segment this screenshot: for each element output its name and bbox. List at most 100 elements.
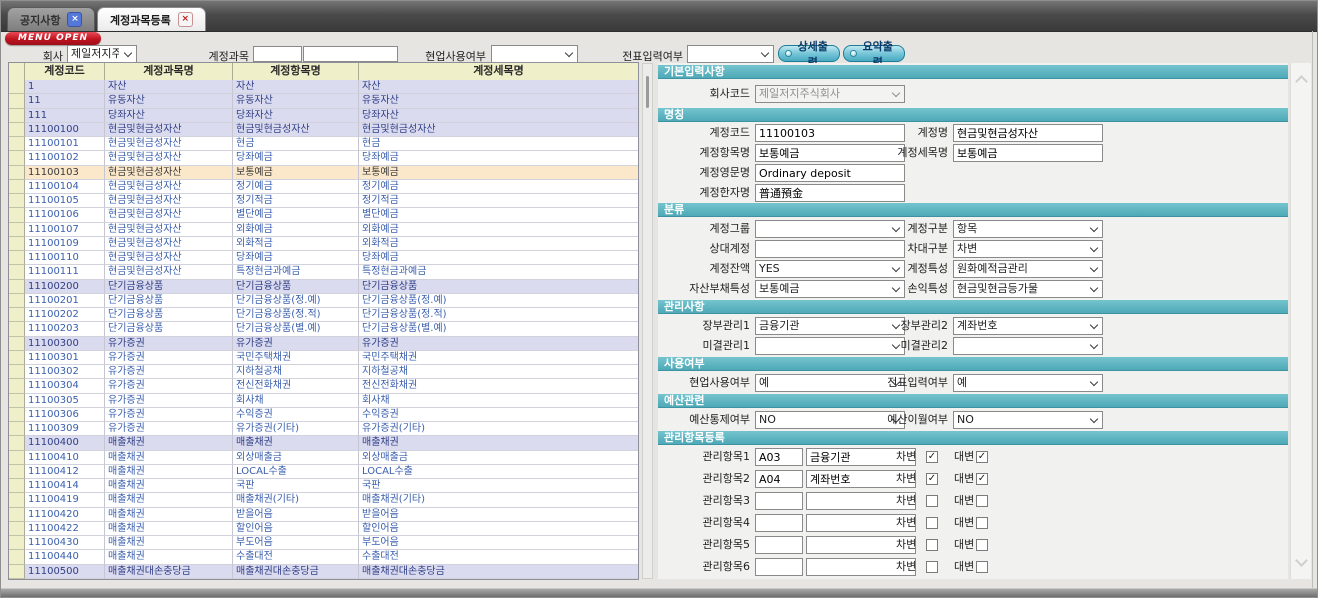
credit-checkbox[interactable]: [976, 539, 988, 551]
debit-checkbox[interactable]: [926, 495, 938, 507]
cell-code[interactable]: 11100400: [25, 436, 105, 450]
cell-item[interactable]: 특정현금과예금: [233, 265, 359, 279]
chevron-down-icon[interactable]: [1295, 554, 1308, 567]
debit-checkbox[interactable]: [926, 517, 938, 529]
cell-subject[interactable]: 매출채권: [105, 451, 233, 465]
table-row[interactable]: 11100500 매출채권대손충당금 매출채권대손충당금 매출채권대손충당금: [9, 565, 638, 579]
cell-item[interactable]: 단기금융상품: [233, 280, 359, 294]
cell-item[interactable]: 국민주택채권: [233, 351, 359, 365]
cell-code[interactable]: 11100304: [25, 379, 105, 393]
row-selector-cell[interactable]: [9, 479, 25, 493]
cell-item[interactable]: 당좌예금: [233, 151, 359, 165]
cell-item[interactable]: 수출대전: [233, 550, 359, 564]
row-selector-cell[interactable]: [9, 351, 25, 365]
row-selector-cell[interactable]: [9, 436, 25, 450]
row-selector-cell[interactable]: [9, 408, 25, 422]
cell-item[interactable]: 당좌예금: [233, 251, 359, 265]
cell-item[interactable]: 단기금융상품(별.예): [233, 322, 359, 336]
account-trait-select[interactable]: 원화예적금관리: [953, 260, 1103, 278]
row-selector-cell[interactable]: [9, 394, 25, 408]
table-row[interactable]: 11100300 유가증권 유가증권 유가증권: [9, 337, 638, 351]
menu-open-button[interactable]: MENU OPEN: [5, 32, 101, 45]
cell-subject[interactable]: 단기금융상품: [105, 280, 233, 294]
cell-detail[interactable]: 정기적금: [359, 194, 638, 208]
cell-item[interactable]: 회사채: [233, 394, 359, 408]
table-row[interactable]: 111 당좌자산 당좌자산 당좌자산: [9, 109, 638, 123]
cell-item[interactable]: LOCAL수출: [233, 465, 359, 479]
cell-code[interactable]: 11100100: [25, 123, 105, 137]
cell-subject[interactable]: 현금및현금성자산: [105, 180, 233, 194]
credit-checkbox[interactable]: [976, 451, 988, 463]
table-row[interactable]: 11100430 매출채권 부도어음 부도어음: [9, 536, 638, 550]
cell-code[interactable]: 11100103: [25, 166, 105, 180]
cell-subject[interactable]: 유가증권: [105, 365, 233, 379]
row-selector-cell[interactable]: [9, 337, 25, 351]
cell-subject[interactable]: 단기금융상품: [105, 308, 233, 322]
field-use-select[interactable]: [491, 45, 578, 63]
cell-code[interactable]: 11100430: [25, 536, 105, 550]
table-row[interactable]: 11100201 단기금융상품 단기금융상품(정.예) 단기금융상품(정.예): [9, 294, 638, 308]
cell-detail[interactable]: 단기금융상품(정.적): [359, 308, 638, 322]
tab-account-registration[interactable]: 계정과목등록 ×: [97, 7, 206, 31]
mgmt-code-input[interactable]: [755, 448, 803, 466]
cell-item[interactable]: 유가증권(기타): [233, 422, 359, 436]
debit-checkbox[interactable]: [926, 473, 938, 485]
table-row[interactable]: 11100109 현금및현금성자산 외화적금 외화적금: [9, 237, 638, 251]
table-row[interactable]: 11100107 현금및현금성자산 외화예금 외화예금: [9, 223, 638, 237]
cell-subject[interactable]: 현금및현금성자산: [105, 123, 233, 137]
account-name-search-input[interactable]: [303, 46, 398, 62]
cell-code[interactable]: 11100419: [25, 493, 105, 507]
row-selector-cell[interactable]: [9, 237, 25, 251]
table-row[interactable]: 11100309 유가증권 유가증권(기타) 유가증권(기타): [9, 422, 638, 436]
cell-subject[interactable]: 매출채권: [105, 436, 233, 450]
cell-code[interactable]: 11100111: [25, 265, 105, 279]
cell-item[interactable]: 유동자산: [233, 94, 359, 108]
cell-detail[interactable]: 수익증권: [359, 408, 638, 422]
row-selector-cell[interactable]: [9, 550, 25, 564]
account-hanja-input[interactable]: [755, 184, 905, 202]
cell-detail[interactable]: LOCAL수출: [359, 465, 638, 479]
mgmt-code-input[interactable]: [755, 514, 803, 532]
cell-item[interactable]: 외화예금: [233, 223, 359, 237]
slip-entry-select[interactable]: [687, 45, 774, 63]
cell-item[interactable]: 유가증권: [233, 337, 359, 351]
cell-code[interactable]: 11100109: [25, 237, 105, 251]
cell-detail[interactable]: 매출채권: [359, 436, 638, 450]
cell-subject[interactable]: 매출채권: [105, 522, 233, 536]
cell-detail[interactable]: 국판: [359, 479, 638, 493]
table-row[interactable]: 11100440 매출채권 수출대전 수출대전: [9, 550, 638, 564]
row-selector-cell[interactable]: [9, 465, 25, 479]
table-row[interactable]: 11 유동자산 유동자산 유동자산: [9, 94, 638, 108]
cell-subject[interactable]: 유동자산: [105, 94, 233, 108]
row-selector-cell[interactable]: [9, 80, 25, 94]
cell-code[interactable]: 11100201: [25, 294, 105, 308]
cell-code[interactable]: 11100200: [25, 280, 105, 294]
tab-notice[interactable]: 공지사항 ×: [7, 7, 95, 31]
row-selector-cell[interactable]: [9, 137, 25, 151]
account-name-input[interactable]: [953, 124, 1103, 142]
debit-checkbox[interactable]: [926, 451, 938, 463]
row-selector-cell[interactable]: [9, 493, 25, 507]
table-row[interactable]: 11100100 현금및현금성자산 현금및현금성자산 현금및현금성자산: [9, 123, 638, 137]
row-selector-cell[interactable]: [9, 422, 25, 436]
table-row[interactable]: 11100106 현금및현금성자산 별단예금 별단예금: [9, 208, 638, 222]
table-row[interactable]: 11100410 매출채권 외상매출금 외상매출금: [9, 451, 638, 465]
row-selector-cell[interactable]: [9, 123, 25, 137]
row-selector-cell[interactable]: [9, 294, 25, 308]
cell-code[interactable]: 11100306: [25, 408, 105, 422]
row-selector-cell[interactable]: [9, 151, 25, 165]
credit-checkbox[interactable]: [976, 517, 988, 529]
account-code-search-input[interactable]: [253, 46, 302, 62]
cell-item[interactable]: 자산: [233, 80, 359, 94]
tab-close-icon[interactable]: ×: [178, 12, 193, 27]
cell-subject[interactable]: 매출채권: [105, 479, 233, 493]
cell-detail[interactable]: 보통예금: [359, 166, 638, 180]
row-selector-cell[interactable]: [9, 365, 25, 379]
account-class-select[interactable]: 항목: [953, 220, 1103, 238]
cell-item[interactable]: 별단예금: [233, 208, 359, 222]
cell-detail[interactable]: 자산: [359, 80, 638, 94]
table-row[interactable]: 11100103 현금및현금성자산 보통예금 보통예금: [9, 166, 638, 180]
cell-detail[interactable]: 단기금융상품(별.예): [359, 322, 638, 336]
cell-detail[interactable]: 외상매출금: [359, 451, 638, 465]
cell-item[interactable]: 매출채권: [233, 436, 359, 450]
